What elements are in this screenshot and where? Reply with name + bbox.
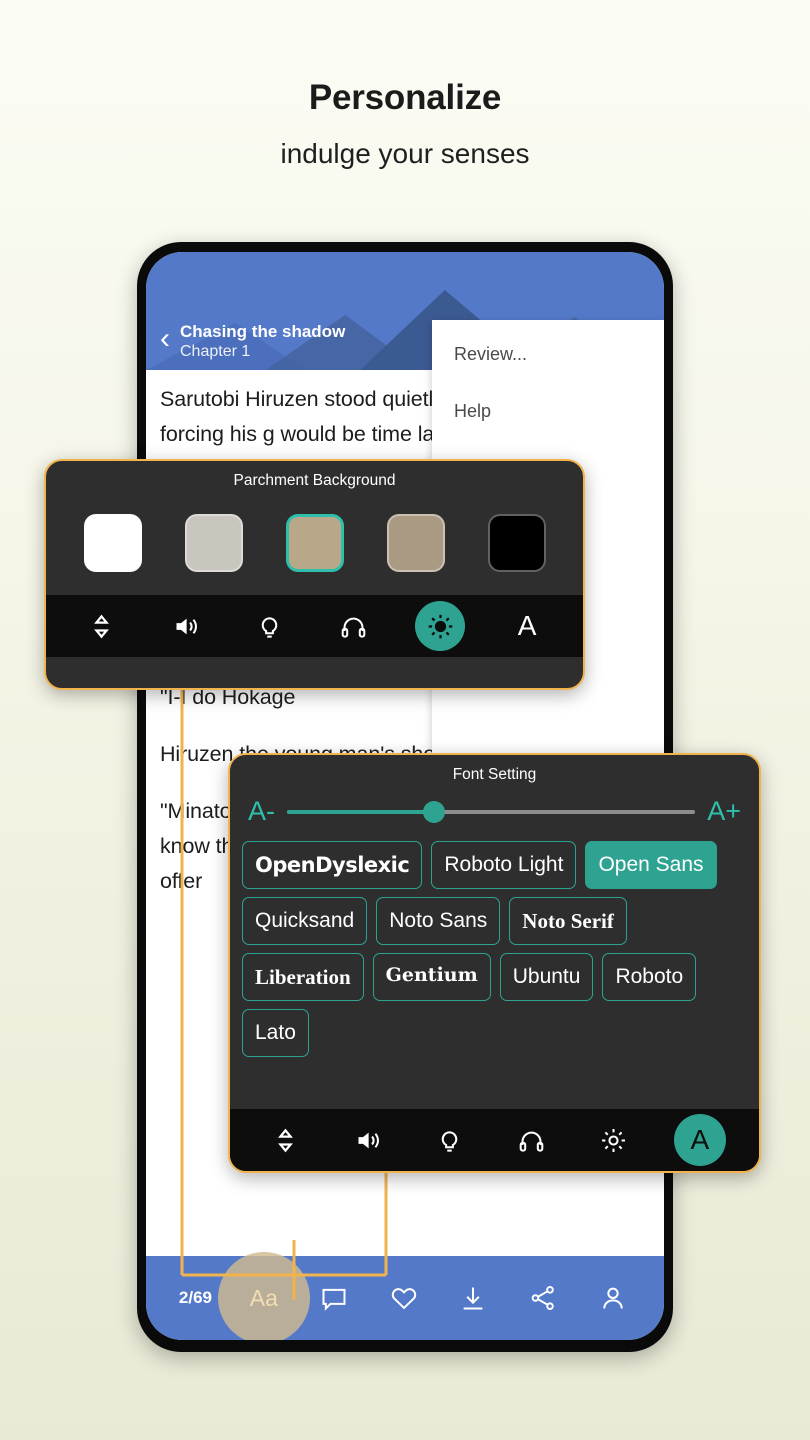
increase-font-label[interactable]: A+	[707, 798, 741, 825]
aa-icon: Aa	[249, 1284, 278, 1311]
font-size-button[interactable]: Aa	[217, 1252, 310, 1340]
brightness-button[interactable]	[415, 601, 466, 651]
menu-item-review[interactable]: Review...	[432, 326, 664, 383]
brightness-button[interactable]	[592, 1118, 636, 1162]
font-panel-title: Font Setting	[452, 766, 537, 783]
font-button[interactable]: A	[505, 604, 549, 648]
decrease-font-label[interactable]: A-	[248, 798, 275, 825]
brightness-icon	[428, 614, 453, 638]
profile-button[interactable]	[595, 1280, 631, 1316]
font-chip-noto-serif[interactable]: Noto Serif	[509, 897, 627, 946]
favorite-button[interactable]	[386, 1280, 422, 1316]
font-chip-opendyslexic[interactable]: OpenDyslexic	[242, 841, 423, 890]
font-chip-ubuntu[interactable]: Ubuntu	[499, 953, 594, 1002]
page-subtitle: indulge your senses	[280, 138, 530, 169]
volume-icon	[176, 618, 198, 634]
swatch-black[interactable]	[487, 513, 546, 572]
parchment-swatch-row	[46, 490, 583, 595]
font-size-slider[interactable]	[287, 800, 696, 823]
font-chip-lato[interactable]: Lato	[242, 1009, 309, 1058]
font-setting-panel[interactable]: Font Setting A- A+ OpenDyslexic Roboto L…	[228, 753, 761, 1173]
font-chip-noto-sans[interactable]: Noto Sans	[376, 897, 501, 946]
updown-chevrons-icon	[94, 614, 110, 638]
scroll-mode-button[interactable]	[80, 604, 124, 648]
font-chip-grid: OpenDyslexic Roboto Light Open Sans Quic…	[230, 831, 759, 1065]
volume-button[interactable]	[345, 1118, 389, 1162]
book-title: Chasing the shadow	[180, 321, 346, 341]
updown-chevrons-icon	[277, 1128, 293, 1152]
header-title-row: ‹ Chasing the shadow Chapter 1	[160, 321, 345, 362]
lightbulb-icon	[441, 1130, 458, 1152]
swatch-light-gray[interactable]	[184, 513, 243, 572]
parchment-toolbar: A	[46, 595, 583, 657]
menu-item-help[interactable]: Help	[432, 383, 664, 440]
headphones-icon	[519, 1131, 544, 1152]
brightness-icon	[602, 1128, 626, 1152]
font-toolbar: A	[230, 1109, 759, 1171]
lightbulb-button[interactable]	[248, 604, 292, 648]
promo-headings: Personalize indulge your senses	[0, 78, 810, 170]
swatch-sepia[interactable]	[285, 513, 344, 572]
comment-icon	[322, 1288, 346, 1311]
headphones-button[interactable]	[510, 1118, 554, 1162]
slider-knob[interactable]	[422, 800, 445, 823]
font-chip-quicksand[interactable]: Quicksand	[242, 897, 368, 946]
lightbulb-button[interactable]	[427, 1118, 471, 1162]
headphones-button[interactable]	[331, 604, 375, 648]
download-button[interactable]	[455, 1280, 491, 1316]
chevron-left-icon[interactable]: ‹	[160, 324, 170, 358]
chapter-label: Chapter 1	[180, 343, 251, 360]
bottom-navigation-bar: 2/69 Aa	[146, 1252, 664, 1340]
parchment-panel-title: Parchment Background	[233, 472, 396, 489]
volume-button[interactable]	[164, 604, 208, 648]
lightbulb-icon	[261, 616, 278, 638]
font-chip-gentium[interactable]: Gentium	[372, 953, 491, 1002]
scroll-mode-button[interactable]	[263, 1118, 307, 1162]
share-button[interactable]	[525, 1280, 561, 1316]
person-icon	[603, 1287, 623, 1309]
font-button[interactable]: A	[673, 1114, 726, 1166]
font-chip-open-sans[interactable]: Open Sans	[585, 841, 717, 890]
slider-fill	[287, 809, 434, 814]
font-size-slider-row[interactable]: A- A+	[230, 784, 759, 831]
comment-button[interactable]	[316, 1280, 352, 1316]
share-icon	[531, 1286, 555, 1310]
heart-icon	[391, 1288, 416, 1310]
page-title: Personalize	[308, 78, 502, 117]
font-chip-roboto-light[interactable]: Roboto Light	[431, 841, 577, 890]
font-chip-roboto[interactable]: Roboto	[602, 953, 697, 1002]
font-chip-liberation[interactable]: Liberation	[242, 953, 364, 1002]
headphones-icon	[341, 617, 366, 638]
parchment-background-panel[interactable]: Parchment Background A	[44, 459, 585, 690]
swatch-tan[interactable]	[386, 513, 445, 572]
swatch-white[interactable]	[83, 513, 142, 572]
page-indicator: 2/69	[178, 1288, 213, 1307]
download-icon	[464, 1287, 483, 1310]
volume-icon	[358, 1132, 379, 1148]
